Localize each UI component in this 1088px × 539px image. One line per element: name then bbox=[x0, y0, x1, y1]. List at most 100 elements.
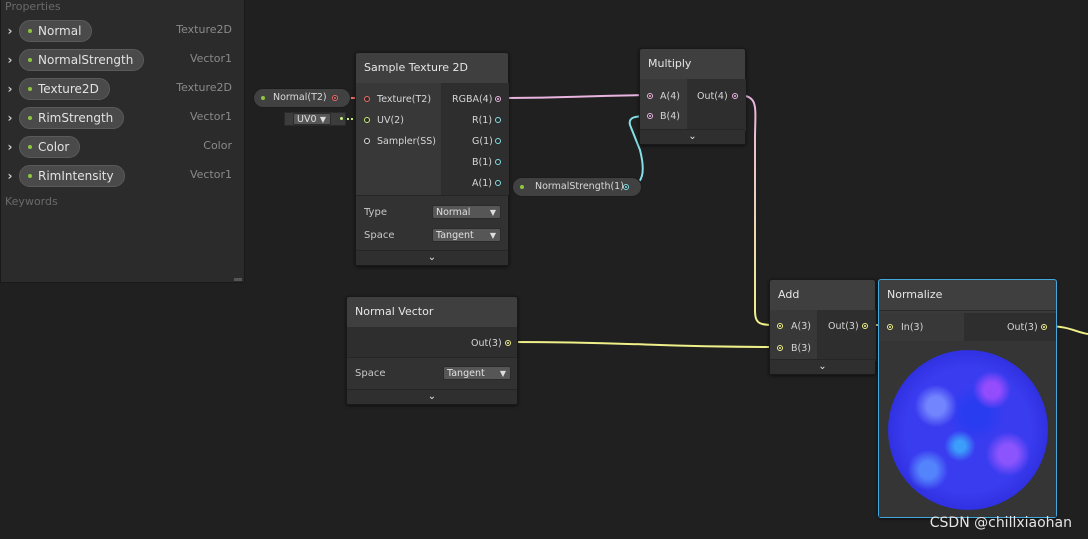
dropdown-arrow-icon: ▼ bbox=[319, 115, 326, 124]
type-dropdown[interactable]: Normal ▼ bbox=[432, 205, 501, 219]
input-label-b: B(4) bbox=[660, 111, 680, 122]
output-port[interactable] bbox=[732, 93, 738, 99]
normal-vector-node[interactable]: Normal Vector Out(3) Space Tangent ▼ ⌄ bbox=[346, 296, 518, 405]
output-port-b[interactable] bbox=[495, 159, 501, 165]
preview-area bbox=[879, 341, 1056, 517]
dot-icon bbox=[261, 96, 265, 100]
node-title[interactable]: Normal Vector bbox=[347, 297, 517, 328]
property-row-rimintensity[interactable]: › RimIntensity Vector1 bbox=[1, 165, 246, 189]
input-label-b: B(3) bbox=[791, 343, 811, 354]
expand-chevron-icon[interactable]: › bbox=[5, 82, 15, 96]
dot-icon bbox=[520, 185, 524, 189]
expand-chevron-icon[interactable]: › bbox=[5, 111, 15, 125]
normalize-node[interactable]: Normalize In(3) Out(3) bbox=[878, 279, 1057, 518]
property-row-color[interactable]: › Color Color bbox=[1, 136, 246, 160]
property-row-texture2d[interactable]: › Texture2D Texture2D bbox=[1, 78, 246, 102]
input-port-uv[interactable] bbox=[364, 117, 370, 123]
output-port[interactable] bbox=[862, 323, 868, 329]
node-title[interactable]: Normalize bbox=[879, 280, 1056, 311]
settings-section: Type Normal ▼ Space Tangent ▼ bbox=[356, 195, 508, 252]
dot-icon bbox=[28, 58, 32, 62]
property-pill[interactable]: Normal bbox=[19, 20, 93, 42]
property-pill[interactable]: Color bbox=[19, 136, 81, 158]
output-label-rgba: RGBA(4) bbox=[452, 94, 493, 105]
collapse-chevron-icon[interactable]: ⌄ bbox=[640, 129, 745, 144]
property-type: Vector1 bbox=[189, 52, 232, 65]
input-port-b[interactable] bbox=[647, 113, 653, 119]
property-pill[interactable]: RimIntensity bbox=[19, 165, 125, 187]
input-label-a: A(3) bbox=[791, 321, 811, 332]
node-title[interactable]: Sample Texture 2D bbox=[356, 53, 508, 84]
add-node[interactable]: Add A(3) B(3) Out(3) ⌄ bbox=[769, 279, 876, 375]
keywords-header: Keywords bbox=[5, 195, 58, 208]
property-type: Texture2D bbox=[176, 81, 232, 94]
output-port-a[interactable] bbox=[495, 180, 501, 186]
dot-icon bbox=[28, 145, 32, 149]
space-dropdown[interactable]: Tangent ▼ bbox=[443, 366, 511, 380]
dot-icon bbox=[28, 29, 32, 33]
output-port-r[interactable] bbox=[495, 117, 501, 123]
input-port-a[interactable] bbox=[647, 93, 653, 99]
property-pill[interactable]: RimStrength bbox=[19, 107, 125, 129]
property-pill[interactable]: NormalStrength bbox=[19, 49, 145, 71]
property-node-label: Normal(T2) bbox=[273, 92, 327, 103]
property-row-normal[interactable]: › Normal Texture2D bbox=[1, 20, 246, 44]
wire-normalvector-to-add-b bbox=[507, 341, 780, 348]
wire-rgba-to-multiply-a bbox=[497, 94, 650, 99]
output-port-g[interactable] bbox=[495, 138, 501, 144]
input-label-uv: UV(2) bbox=[377, 115, 404, 126]
input-port-sampler[interactable] bbox=[364, 138, 370, 144]
output-label-r: R(1) bbox=[472, 115, 493, 126]
collapse-chevron-icon[interactable]: ⌄ bbox=[770, 359, 875, 374]
output-port[interactable] bbox=[505, 340, 511, 346]
input-label-texture: Texture(T2) bbox=[377, 94, 432, 105]
collapse-chevron-icon[interactable]: ⌄ bbox=[347, 389, 517, 404]
output-label: Out(4) bbox=[697, 91, 728, 102]
space-dropdown[interactable]: Tangent ▼ bbox=[432, 228, 501, 242]
expand-chevron-icon[interactable]: › bbox=[5, 140, 15, 154]
space-label: Space bbox=[355, 368, 386, 379]
dropdown-arrow-icon: ▼ bbox=[489, 208, 496, 217]
property-row-normalstrength[interactable]: › NormalStrength Vector1 bbox=[1, 49, 246, 73]
dot-icon bbox=[28, 174, 32, 178]
property-row-rimstrength[interactable]: › RimStrength Vector1 bbox=[1, 107, 246, 131]
sample-texture-2d-node[interactable]: Sample Texture 2D Texture(T2) UV(2) Samp… bbox=[355, 52, 509, 266]
output-label-g: G(1) bbox=[472, 136, 493, 147]
output-label: Out(3) bbox=[1007, 322, 1038, 333]
input-label-in: In(3) bbox=[901, 322, 924, 333]
uv-channel-node: UV0 ▼ bbox=[284, 112, 346, 126]
output-column bbox=[687, 79, 746, 131]
property-node-normalstrength[interactable]: NormalStrength(1) bbox=[512, 177, 642, 197]
node-title[interactable]: Multiply bbox=[640, 49, 745, 80]
input-port-in[interactable] bbox=[887, 324, 893, 330]
input-label-a: A(4) bbox=[660, 91, 680, 102]
type-label: Type bbox=[364, 207, 387, 218]
expand-chevron-icon[interactable]: › bbox=[5, 53, 15, 67]
property-type: Vector1 bbox=[189, 168, 232, 181]
expand-chevron-icon[interactable]: › bbox=[5, 169, 15, 183]
multiply-node[interactable]: Multiply A(4) B(4) Out(4) ⌄ bbox=[639, 48, 746, 145]
property-pill[interactable]: Texture2D bbox=[19, 78, 110, 100]
properties-header: Properties bbox=[5, 0, 61, 13]
watermark: CSDN @chillxiaohan bbox=[929, 515, 1072, 531]
node-title[interactable]: Add bbox=[770, 280, 875, 311]
input-port-texture[interactable] bbox=[364, 96, 370, 102]
resize-handle[interactable] bbox=[234, 278, 242, 281]
input-port-b[interactable] bbox=[777, 345, 783, 351]
property-node-normal[interactable]: Normal(T2) bbox=[253, 88, 351, 108]
dropdown-arrow-icon: ▼ bbox=[489, 231, 496, 240]
blackboard-panel: Properties › Normal Texture2D › NormalSt… bbox=[0, 0, 245, 283]
uv-channel-dropdown[interactable]: UV0 ▼ bbox=[293, 113, 331, 125]
dropdown-arrow-icon: ▼ bbox=[499, 369, 506, 378]
output-port[interactable] bbox=[1041, 324, 1047, 330]
collapse-chevron-icon[interactable]: ⌄ bbox=[356, 250, 508, 265]
normal-map-preview-sphere bbox=[888, 350, 1048, 510]
output-port-rgba[interactable] bbox=[495, 96, 501, 102]
expand-chevron-icon[interactable]: › bbox=[5, 24, 15, 38]
output-column bbox=[817, 310, 876, 361]
input-port-a[interactable] bbox=[777, 323, 783, 329]
output-port[interactable] bbox=[332, 95, 338, 101]
output-dot-icon[interactable] bbox=[340, 117, 343, 120]
output-port[interactable] bbox=[623, 184, 629, 190]
space-label: Space bbox=[364, 230, 395, 241]
